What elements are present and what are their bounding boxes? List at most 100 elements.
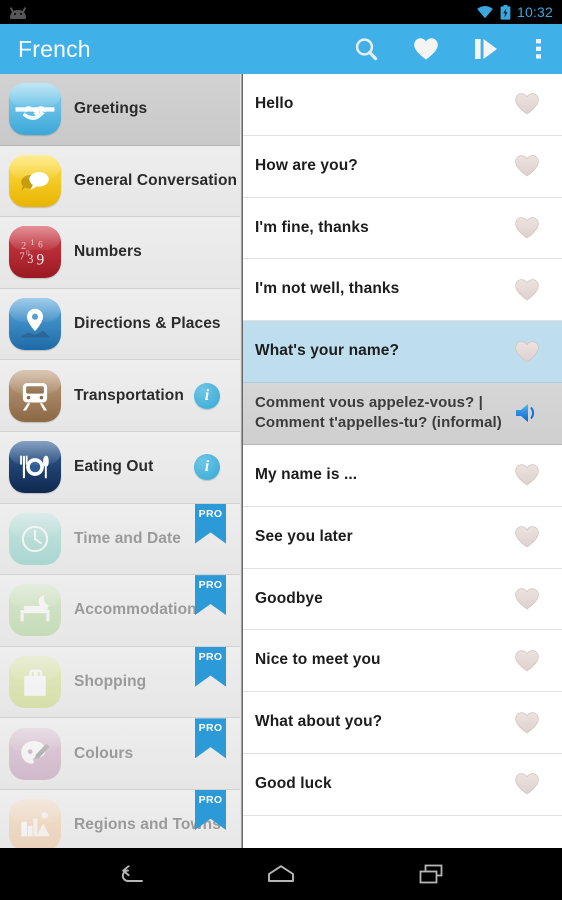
back-icon: [121, 865, 143, 882]
pro-badge: PRO: [195, 646, 226, 687]
sidebar-item-label: Greetings: [74, 100, 148, 118]
system-nav-bar: [0, 848, 562, 900]
phrase-text: What's your name?: [255, 342, 400, 360]
nav-recents-button[interactable]: [404, 854, 458, 894]
nav-home-button[interactable]: [254, 854, 308, 894]
nav-back-button[interactable]: [104, 854, 158, 894]
phrase-text: My name is ...: [255, 465, 358, 483]
translation-row[interactable]: Comment vous appelez-vous? | Comment t'a…: [243, 382, 562, 445]
phrase-row[interactable]: I'm fine, thanks: [243, 197, 562, 260]
phrase-text: I'm fine, thanks: [255, 218, 369, 236]
favourite-heart-icon: [515, 217, 539, 239]
favourite-heart-icon: [515, 711, 539, 733]
sidebar-item-label: General Conversation: [74, 171, 238, 189]
phrase-row[interactable]: How are you?: [243, 135, 562, 198]
favourite-button[interactable]: [506, 772, 548, 796]
home-icon: [268, 865, 294, 882]
favourites-button[interactable]: [396, 24, 456, 74]
favourite-heart-icon: [515, 526, 539, 548]
favourite-heart-icon: [515, 279, 539, 301]
phrase-row[interactable]: What about you?: [243, 692, 562, 754]
favourite-heart-icon: [515, 588, 539, 610]
numbers-icon: 2167390: [9, 226, 61, 279]
overflow-menu-button[interactable]: [516, 24, 562, 74]
overflow-menu-icon: [536, 39, 541, 59]
phrase-text: Nice to meet you: [255, 651, 381, 669]
speaker-icon: [515, 404, 534, 423]
favourite-button[interactable]: [506, 525, 548, 549]
favourite-button[interactable]: [506, 340, 548, 364]
phrase-row[interactable]: Goodbye: [243, 568, 562, 631]
status-bar: 10:32: [0, 0, 562, 24]
pro-badge: PRO: [195, 718, 226, 759]
favourite-button[interactable]: [506, 154, 548, 178]
sidebar-item-regions-and-towns[interactable]: Regions and Towns PRO: [0, 789, 240, 848]
sidebar-item-colours[interactable]: Colours PRO: [0, 718, 240, 790]
status-bar-clock: 10:32: [516, 4, 553, 20]
phrase-text: Good luck: [255, 774, 332, 792]
info-icon[interactable]: i: [194, 382, 220, 409]
favourite-button[interactable]: [506, 216, 548, 240]
favourite-button[interactable]: [506, 649, 548, 673]
palette-brush-icon: [9, 727, 61, 780]
map-pin-icon: [9, 298, 61, 351]
train-icon: [9, 369, 61, 422]
favourite-button[interactable]: [506, 587, 548, 611]
cityscape-icon: [9, 799, 61, 848]
clock-icon: [9, 512, 61, 565]
sidebar-item-directions-places[interactable]: Directions & Places: [0, 288, 240, 361]
phrase-text: Goodbye: [255, 589, 323, 607]
sidebar-item-label: Shopping: [74, 673, 147, 691]
favourite-button[interactable]: [506, 92, 548, 116]
favourite-button[interactable]: [506, 278, 548, 302]
svg-text:6: 6: [38, 240, 43, 250]
favourite-heart-icon: [515, 773, 539, 795]
favourite-heart-icon: [515, 155, 539, 177]
sidebar-item-eating-out[interactable]: Eating Out i: [0, 431, 240, 504]
flashcards-button[interactable]: [456, 24, 516, 74]
flashcards-play-icon: [475, 39, 497, 59]
search-button[interactable]: [336, 24, 396, 74]
page-title: French: [18, 35, 91, 62]
phrase-row[interactable]: Good luck: [243, 753, 562, 816]
svg-text:1: 1: [30, 238, 34, 248]
cutlery-plate-icon: [9, 441, 61, 494]
phrase-text: Hello: [255, 94, 294, 112]
sidebar-item-time-and-date[interactable]: Time and Date PRO: [0, 503, 240, 576]
sidebar-item-greetings[interactable]: Greetings: [0, 74, 240, 146]
handshake-icon: [9, 83, 61, 136]
phrase-row[interactable]: I'm not well, thanks: [243, 259, 562, 322]
sidebar-item-transportation[interactable]: Transportation i: [0, 360, 240, 432]
android-robot-icon: [8, 6, 28, 19]
sidebar-item-accommodation[interactable]: Accommodation PRO: [0, 575, 240, 647]
favourite-heart-icon: [515, 340, 539, 362]
phrase-row[interactable]: Nice to meet you: [243, 630, 562, 693]
sidebar-item-label: Transportation: [74, 386, 184, 404]
favourite-heart-icon: [515, 93, 539, 115]
action-bar-buttons: [336, 24, 562, 74]
sidebar-item-label: Accommodation: [74, 601, 197, 619]
favourite-button[interactable]: [506, 463, 548, 487]
category-sidebar[interactable]: Greetings General Conversation 2 1 6 7 3 9 0 Numb…: [0, 74, 240, 848]
phrase-text: How are you?: [255, 156, 358, 174]
sidebar-item-general-conversation[interactable]: General Conversation: [0, 145, 240, 218]
status-bar-system: 10:32: [476, 4, 562, 20]
status-bar-notifications: [0, 6, 28, 19]
phrase-row[interactable]: Hello: [243, 74, 562, 136]
play-audio-button[interactable]: [506, 401, 548, 425]
favourite-button[interactable]: [506, 711, 548, 735]
action-bar: French: [0, 24, 562, 74]
sidebar-item-label: Numbers: [74, 243, 142, 261]
phrase-row[interactable]: My name is ...: [243, 444, 562, 507]
svg-text:7: 7: [20, 252, 25, 263]
favourite-heart-icon: [515, 650, 539, 672]
app-root: 10:32 French Greetings General Conversat…: [0, 0, 562, 900]
phrase-row[interactable]: See you later: [243, 506, 562, 569]
battery-charging-icon: [500, 4, 511, 20]
sidebar-item-numbers[interactable]: 2 1 6 7 3 9 0 Numbers: [0, 217, 240, 289]
phrase-row[interactable]: What's your name?: [243, 321, 562, 383]
sidebar-item-shopping[interactable]: Shopping PRO: [0, 646, 240, 719]
phrase-list[interactable]: Hello How are you? I'm fine, thanks I'm not…: [243, 74, 562, 848]
info-icon[interactable]: i: [194, 454, 220, 481]
translation-text: Comment vous appelez-vous? | Comment t'a…: [255, 394, 502, 432]
